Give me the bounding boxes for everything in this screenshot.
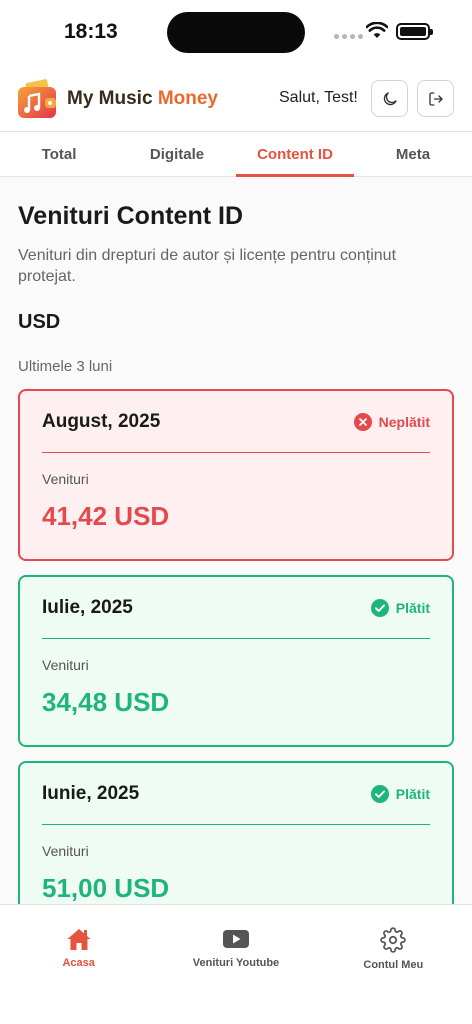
status-text: Plătit	[395, 785, 430, 802]
user-greeting: Salut, Test!	[279, 89, 358, 106]
check-circle-icon	[370, 784, 389, 803]
bottom-navigation: Acasa Venituri Youtube Contul Meu	[0, 904, 472, 1024]
logout-icon	[428, 91, 443, 106]
dynamic-island	[167, 12, 305, 53]
tab-meta[interactable]: Meta	[354, 133, 472, 176]
card-label: Venituri	[42, 843, 89, 859]
revenue-card[interactable]: Iunie, 2025 Plătit Venituri 51,00 USD	[18, 761, 454, 904]
music-wallet-logo	[18, 79, 56, 118]
status-text: Plătit	[395, 599, 430, 616]
card-month: Iunie, 2025	[42, 782, 140, 804]
card-header: Iunie, 2025 Plătit	[42, 763, 430, 825]
check-circle-icon	[370, 598, 389, 617]
tab-total[interactable]: Total	[0, 133, 118, 176]
status-badge: Plătit	[370, 784, 430, 803]
status-time: 18:13	[64, 20, 118, 43]
card-amount: 41,42 USD	[42, 501, 170, 531]
theme-toggle-button[interactable]	[371, 80, 408, 117]
nav-label: Contul Meu	[363, 959, 424, 971]
status-bar: 18:13	[0, 0, 472, 66]
card-label: Venituri	[42, 471, 89, 487]
app-header: My Music Money Salut, Test!	[0, 66, 472, 132]
status-badge: Neplătit	[353, 412, 430, 431]
revenue-tabs: Total Digitale Content ID Meta	[0, 133, 472, 177]
nav-label: Venituri Youtube	[192, 957, 280, 969]
nav-item-venituri-youtube[interactable]: Venituri Youtube	[157, 905, 314, 1024]
home-icon	[67, 929, 91, 950]
page-title: Venituri Content ID	[18, 202, 243, 230]
youtube-icon	[222, 930, 249, 948]
nav-item-contul-meu[interactable]: Contul Meu	[315, 905, 472, 1024]
cellular-signal-icon	[334, 34, 363, 39]
card-label: Venituri	[42, 657, 89, 673]
moon-icon	[383, 91, 397, 105]
page-subtitle: Venituri din drepturi de autor și licenț…	[18, 247, 397, 285]
currency-heading: USD	[18, 311, 61, 333]
error-circle-icon	[353, 412, 372, 431]
card-month: Iulie, 2025	[42, 596, 133, 618]
battery-icon	[396, 23, 433, 40]
card-month: August, 2025	[42, 410, 161, 432]
gear-icon	[380, 927, 407, 953]
revenue-card[interactable]: Iulie, 2025 Plătit Venituri 34,48 USD	[18, 575, 454, 747]
main-content[interactable]: Venituri Content ID Venituri din dreptur…	[0, 177, 472, 904]
nav-item-acasa[interactable]: Acasa	[0, 905, 157, 1024]
revenue-card[interactable]: August, 2025 Neplătit Venituri 41,42 USD	[18, 389, 454, 561]
status-badge: Plătit	[370, 598, 430, 617]
brand-name: My Music Money	[67, 88, 218, 109]
card-header: Iulie, 2025 Plătit	[42, 577, 430, 639]
card-amount: 51,00 USD	[42, 873, 170, 903]
logout-button[interactable]	[417, 80, 454, 117]
wifi-icon	[366, 22, 388, 38]
card-header: August, 2025 Neplătit	[42, 391, 430, 453]
card-amount: 34,48 USD	[42, 687, 170, 717]
status-text: Neplătit	[378, 413, 430, 430]
tab-content-id[interactable]: Content ID	[236, 133, 354, 177]
period-label: Ultimele 3 luni	[18, 358, 113, 375]
tab-digitale[interactable]: Digitale	[118, 133, 236, 176]
nav-label: Acasa	[62, 957, 95, 969]
